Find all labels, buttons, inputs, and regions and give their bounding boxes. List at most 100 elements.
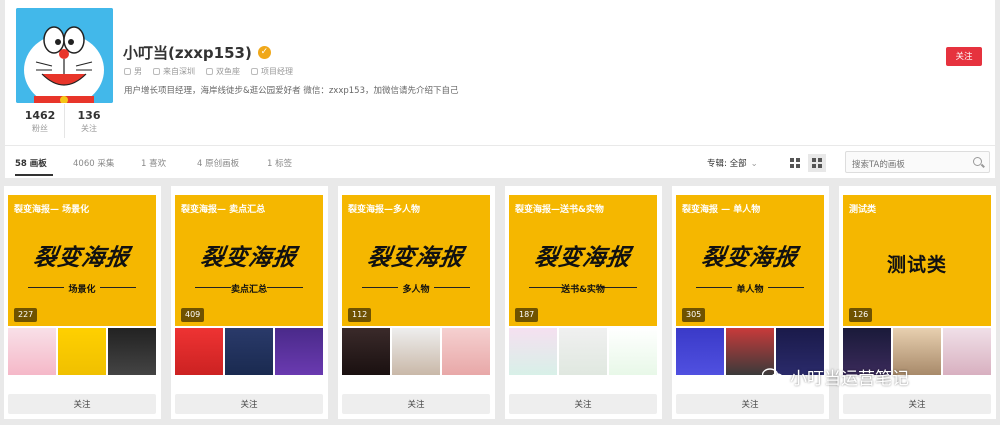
- doraemon-avatar-icon: [16, 8, 113, 103]
- board-cover-headline: 测试类: [886, 254, 947, 276]
- thumbnail-image[interactable]: [676, 328, 724, 375]
- tab-original-boards[interactable]: 4 原创画板: [197, 157, 239, 169]
- album-filter-dropdown[interactable]: 专辑: 全部 ⌄: [707, 157, 758, 169]
- grid-view-icon[interactable]: [786, 154, 804, 172]
- briefcase-icon: [251, 68, 258, 75]
- board-search-input[interactable]: [846, 155, 966, 175]
- board-cover-subtitle: 单人物: [736, 285, 764, 295]
- board-cover[interactable]: 裂变海报— 卖点汇总 裂变海报 卖点汇总 409: [175, 195, 323, 326]
- tab-boards[interactable]: 58 画板: [15, 157, 47, 169]
- follow-board-button[interactable]: 关注: [509, 394, 657, 414]
- following-label: 关注: [81, 124, 97, 133]
- board-cover-subtitle: 场景化: [68, 285, 96, 295]
- board-cover[interactable]: 裂变海报—送书&实物 裂变海报 送书&实物 187: [509, 195, 657, 326]
- thumbnail-image[interactable]: [225, 328, 273, 375]
- profile-bio: 用户增长项目经理，海岸线徒步&逛公园爱好者 微信：zxxp153，加微信请先介绍…: [124, 86, 459, 96]
- tab-bar: 58 画板 4060 采集 1 喜欢 4 原创画板 1 标签 专辑: 全部 ⌄: [5, 146, 995, 178]
- profile-meta: 男 来自深圳 双鱼座 项目经理: [124, 66, 293, 77]
- board-cover-subtitle: 卖点汇总: [230, 285, 267, 295]
- location-meta: 来自深圳: [153, 66, 195, 77]
- gender-icon: [124, 68, 131, 75]
- thumbnail-image[interactable]: [275, 328, 323, 375]
- compact-view-icon[interactable]: [808, 154, 826, 172]
- verified-badge-icon: ✓: [257, 46, 271, 59]
- board-thumbnails: [8, 328, 156, 375]
- board-cover[interactable]: 裂变海报—多人物 裂变海报 多人物 112: [342, 195, 490, 326]
- gender-text: 男: [134, 67, 142, 76]
- follow-board-button[interactable]: 关注: [843, 394, 991, 414]
- followers-count: 1462: [24, 109, 56, 122]
- tab-likes[interactable]: 1 喜欢: [141, 157, 166, 169]
- thumbnail-image[interactable]: [392, 328, 440, 375]
- thumbnail-image[interactable]: [175, 328, 223, 375]
- tab-tags[interactable]: 1 标签: [267, 157, 292, 169]
- board-cover[interactable]: 测试类 测试类 126: [843, 195, 991, 326]
- following-stat[interactable]: 136 关注: [64, 104, 113, 138]
- watermark-text: 小叮当运营笔记: [790, 369, 909, 389]
- thumbnail-image[interactable]: [58, 328, 106, 375]
- thumbnail-image[interactable]: [509, 328, 557, 375]
- board-pin-count: 409: [181, 308, 205, 322]
- board-title: 裂变海报—多人物: [348, 205, 421, 215]
- active-tab-indicator: [15, 174, 53, 176]
- follow-board-button[interactable]: 关注: [175, 394, 323, 414]
- board-cover-subtitle: 多人物: [402, 285, 430, 295]
- username: 小叮当(zxxp153): [123, 44, 252, 62]
- gender-meta: 男: [124, 66, 142, 77]
- follow-user-button[interactable]: 关注: [946, 47, 982, 66]
- wechat-icon: [762, 367, 784, 385]
- board-thumbnails: [509, 328, 657, 375]
- board-cover-headline: 裂变海报: [365, 245, 466, 271]
- thumbnail-image[interactable]: [559, 328, 607, 375]
- board-title: 裂变海报—送书&实物: [515, 205, 604, 215]
- follow-board-button[interactable]: 关注: [342, 394, 490, 414]
- profile-header: 1462 粉丝 136 关注 小叮当(zxxp153) ✓ 男 来自深圳 双鱼座…: [5, 0, 995, 145]
- board-pin-count: 187: [515, 308, 539, 322]
- zodiac-icon: [206, 68, 213, 75]
- location-pin-icon: [153, 68, 160, 75]
- chevron-down-icon: ⌄: [750, 159, 758, 169]
- board-pin-count: 305: [682, 308, 706, 322]
- board-cover-subtitle: 送书&实物: [561, 285, 605, 295]
- board-pin-count: 227: [14, 308, 38, 322]
- job-text: 项目经理: [261, 67, 293, 76]
- thumbnail-image[interactable]: [442, 328, 490, 375]
- avatar[interactable]: [16, 8, 113, 103]
- album-filter-label: 专辑: 全部: [707, 159, 747, 169]
- zodiac-meta: 双鱼座: [206, 66, 240, 77]
- follow-board-button[interactable]: 关注: [676, 394, 824, 414]
- thumbnail-image[interactable]: [8, 328, 56, 375]
- board-thumbnails: [175, 328, 323, 375]
- board-title: 裂变海报 — 单人物: [682, 205, 761, 215]
- board-cover-headline: 裂变海报: [31, 245, 132, 271]
- search-icon[interactable]: [973, 157, 982, 166]
- zodiac-text: 双鱼座: [216, 67, 240, 76]
- thumbnail-image[interactable]: [342, 328, 390, 375]
- thumbnail-image[interactable]: [108, 328, 156, 375]
- board-cover-headline: 裂变海报: [198, 245, 299, 271]
- board-title: 裂变海报— 场景化: [14, 205, 90, 215]
- profile-stats: 1462 粉丝 136 关注: [16, 104, 113, 138]
- thumbnail-image[interactable]: [609, 328, 657, 375]
- board-search: [845, 151, 990, 175]
- name-row: 小叮当(zxxp153) ✓: [123, 42, 271, 63]
- board-card[interactable]: 裂变海报— 场景化 裂变海报 场景化 227 关注: [4, 186, 161, 419]
- board-card[interactable]: 裂变海报—多人物 裂变海报 多人物 112 关注: [338, 186, 495, 419]
- location-text: 来自深圳: [163, 67, 195, 76]
- board-pin-count: 126: [849, 308, 873, 322]
- following-count: 136: [77, 109, 101, 122]
- board-cover[interactable]: 裂变海报— 场景化 裂变海报 场景化 227: [8, 195, 156, 326]
- board-pin-count: 112: [348, 308, 372, 322]
- follow-board-button[interactable]: 关注: [8, 394, 156, 414]
- board-card[interactable]: 裂变海报—送书&实物 裂变海报 送书&实物 187 关注: [505, 186, 662, 419]
- job-meta: 项目经理: [251, 66, 293, 77]
- wechat-watermark: 小叮当运营笔记: [762, 364, 909, 389]
- followers-stat[interactable]: 1462 粉丝: [16, 104, 64, 138]
- board-cover[interactable]: 裂变海报 — 单人物 裂变海报 单人物 305: [676, 195, 824, 326]
- tab-pins[interactable]: 4060 采集: [73, 157, 114, 169]
- followers-label: 粉丝: [32, 124, 48, 133]
- thumbnail-image[interactable]: [943, 328, 991, 375]
- board-cover-headline: 裂变海报: [532, 245, 633, 271]
- board-card[interactable]: 裂变海报— 卖点汇总 裂变海报 卖点汇总 409 关注: [171, 186, 328, 419]
- board-title: 测试类: [849, 205, 877, 215]
